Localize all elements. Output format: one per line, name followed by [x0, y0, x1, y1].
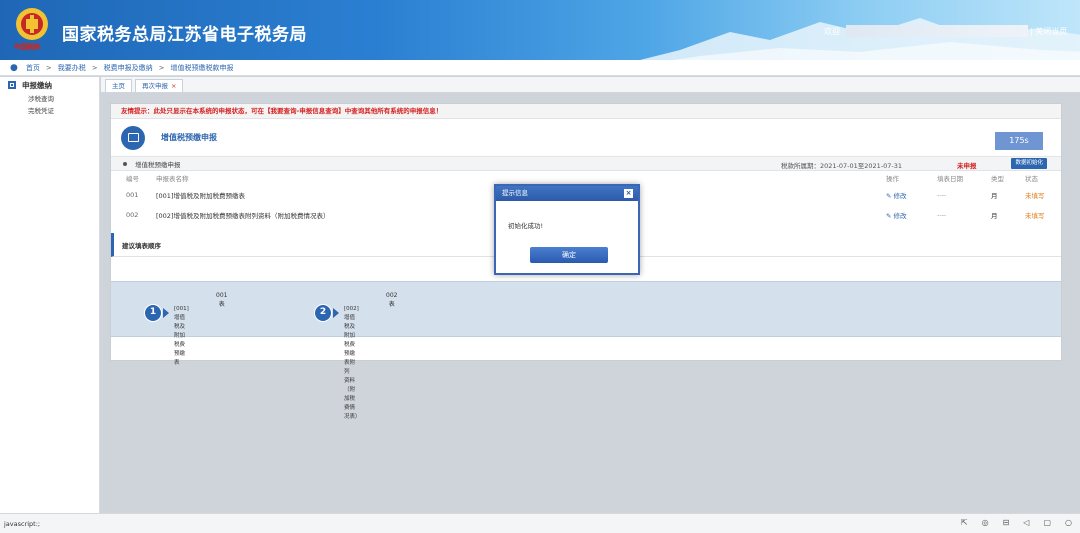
col-op: 操作: [886, 175, 899, 183]
col-type: 类型: [991, 175, 1004, 183]
step-arrow-icon: [163, 308, 169, 318]
breadcrumb: ● 首页 > 我要办税 > 税费申报及缴纳 > 增值税预缴税款申报: [0, 60, 1080, 76]
step-code: 002表: [386, 292, 398, 308]
step-desc: [002]增值税及附加税费预缴表附列 资料（附加税费情况表）: [344, 305, 361, 422]
edit-link[interactable]: ✎ 修改: [886, 210, 907, 220]
status-bar: javascript:; ⇱ ◎ ⊟ ◁ ▢ ○: [0, 513, 1080, 533]
breadcrumb-separator: >: [45, 63, 52, 72]
audio-icon[interactable]: ◁: [1023, 518, 1029, 527]
form-title: 增值税预缴申报: [161, 133, 217, 142]
edit-link[interactable]: ✎ 修改: [886, 190, 907, 200]
share-icon[interactable]: ⇱: [961, 518, 968, 527]
tab-bar: 主页 再次申报 ×: [101, 77, 1080, 93]
row-no: 001: [126, 191, 139, 199]
row-status: 未填写: [1025, 212, 1045, 220]
info-dialog: 提示信息 × 初始化成功! 确定: [494, 184, 640, 275]
dialog-title: 提示信息: [502, 189, 528, 197]
row-date: ----: [937, 191, 947, 199]
welcome-text: 欢迎: [824, 27, 840, 36]
step-arrow-icon: [333, 308, 339, 318]
form-sub-header: 增值税预缴申报 税款所属期：2021-07-01至2021-07-31 未申报 …: [111, 157, 1061, 171]
sidebar-group-label: 申报缴纳: [22, 80, 52, 90]
tab-label: 再次申报: [142, 82, 168, 90]
row-date: ----: [937, 211, 947, 219]
tax-emblem-icon: [16, 8, 48, 40]
friendly-tip: 友情提示：此处只显示在本系统的申报状态，可在【我要查询-申报信息查询】中查询其他…: [111, 104, 1061, 119]
filing-status: 未申报: [957, 162, 977, 170]
col-name: 申报表名称: [156, 175, 189, 183]
location-pin-icon: ●: [10, 62, 18, 73]
edit-label: 修改: [893, 212, 907, 220]
breadcrumb-separator: >: [91, 63, 98, 72]
edit-label: 修改: [893, 192, 907, 200]
bullet-icon: [123, 161, 127, 166]
tax-period: 税款所属期：2021-07-01至2021-07-31: [781, 162, 903, 170]
emblem-caption: 中国税务: [14, 42, 41, 51]
briefcase-icon: [121, 125, 145, 150]
col-date: 填表日期: [937, 175, 963, 183]
status-text: javascript:;: [4, 520, 41, 528]
countdown-timer: 175s: [995, 132, 1043, 150]
row-no: 002: [126, 211, 139, 219]
breadcrumb-home[interactable]: 首页: [26, 63, 40, 73]
step-code: 001表: [216, 292, 228, 308]
fill-order-steps: 1 001表 [001]增值税及附加税费预缴表 2 002表 [002]增值税及…: [111, 281, 1061, 420]
col-status: 状态: [1025, 175, 1038, 183]
window-icon[interactable]: ▢: [1043, 518, 1051, 527]
form-header: 增值税预缴申报 175s: [111, 119, 1061, 157]
search-icon[interactable]: ○: [1065, 518, 1072, 527]
step-desc: [001]增值税及附加税费预缴表: [174, 306, 189, 366]
tab-home[interactable]: 主页: [105, 79, 132, 92]
row-name[interactable]: [001]增值税及附加税费预缴表: [156, 190, 245, 200]
row-status: 未填写: [1025, 192, 1045, 200]
tab-close-icon[interactable]: ×: [171, 82, 176, 90]
col-no: 编号: [126, 175, 139, 183]
circle-icon[interactable]: ◎: [982, 518, 989, 527]
row-name[interactable]: [002]增值税及附加税费预缴表附列资料（附加税费情况表）: [156, 210, 329, 220]
data-init-button[interactable]: 数据初始化: [1011, 158, 1047, 169]
menu-square-icon: [8, 81, 16, 89]
breadcrumb-tax-handling[interactable]: 我要办税: [58, 63, 86, 73]
step-number: 1: [144, 304, 162, 322]
dialog-header: 提示信息 ×: [496, 186, 638, 201]
close-icon[interactable]: ×: [624, 189, 633, 198]
close-page-link[interactable]: | 关闭当页: [1030, 26, 1067, 37]
user-name-bar: [846, 25, 1028, 37]
app-title: 国家税务总局江苏省电子税务局: [62, 25, 307, 45]
step-desc-line: 资料（附加税费情况表）: [344, 378, 361, 420]
breadcrumb-vat-prepay[interactable]: 增值税预缴税款申报: [170, 63, 233, 73]
status-icons: ⇱ ◎ ⊟ ◁ ▢ ○: [961, 518, 1072, 527]
ok-button[interactable]: 确定: [530, 247, 608, 263]
sidebar: 申报缴纳 涉税查询 完税凭证: [0, 77, 100, 513]
dialog-message: 初始化成功!: [508, 222, 544, 230]
table-header: 编号 申报表名称 操作 填表日期 类型 状态: [111, 171, 1061, 185]
tab-label: 主页: [112, 82, 125, 90]
step-desc-line: [002]增值税及附加税费预缴表附列: [344, 306, 359, 375]
sidebar-group-filing[interactable]: 申报缴纳: [0, 77, 99, 93]
step-number: 2: [314, 304, 332, 322]
sub-title: 增值税预缴申报: [135, 160, 181, 169]
breadcrumb-separator: >: [158, 63, 165, 72]
row-type: 月: [991, 212, 998, 220]
sidebar-item-tax-query[interactable]: 涉税查询: [0, 93, 99, 105]
tab-refile[interactable]: 再次申报 ×: [135, 79, 184, 92]
header-banner: 中国税务 国家税务总局江苏省电子税务局 欢迎 | 关闭当页: [0, 0, 1080, 60]
row-type: 月: [991, 192, 998, 200]
breadcrumb-filing-payment[interactable]: 税费申报及缴纳: [104, 63, 153, 73]
sidebar-item-tax-certificate[interactable]: 完税凭证: [0, 105, 99, 117]
trash-icon[interactable]: ⊟: [1003, 518, 1010, 527]
